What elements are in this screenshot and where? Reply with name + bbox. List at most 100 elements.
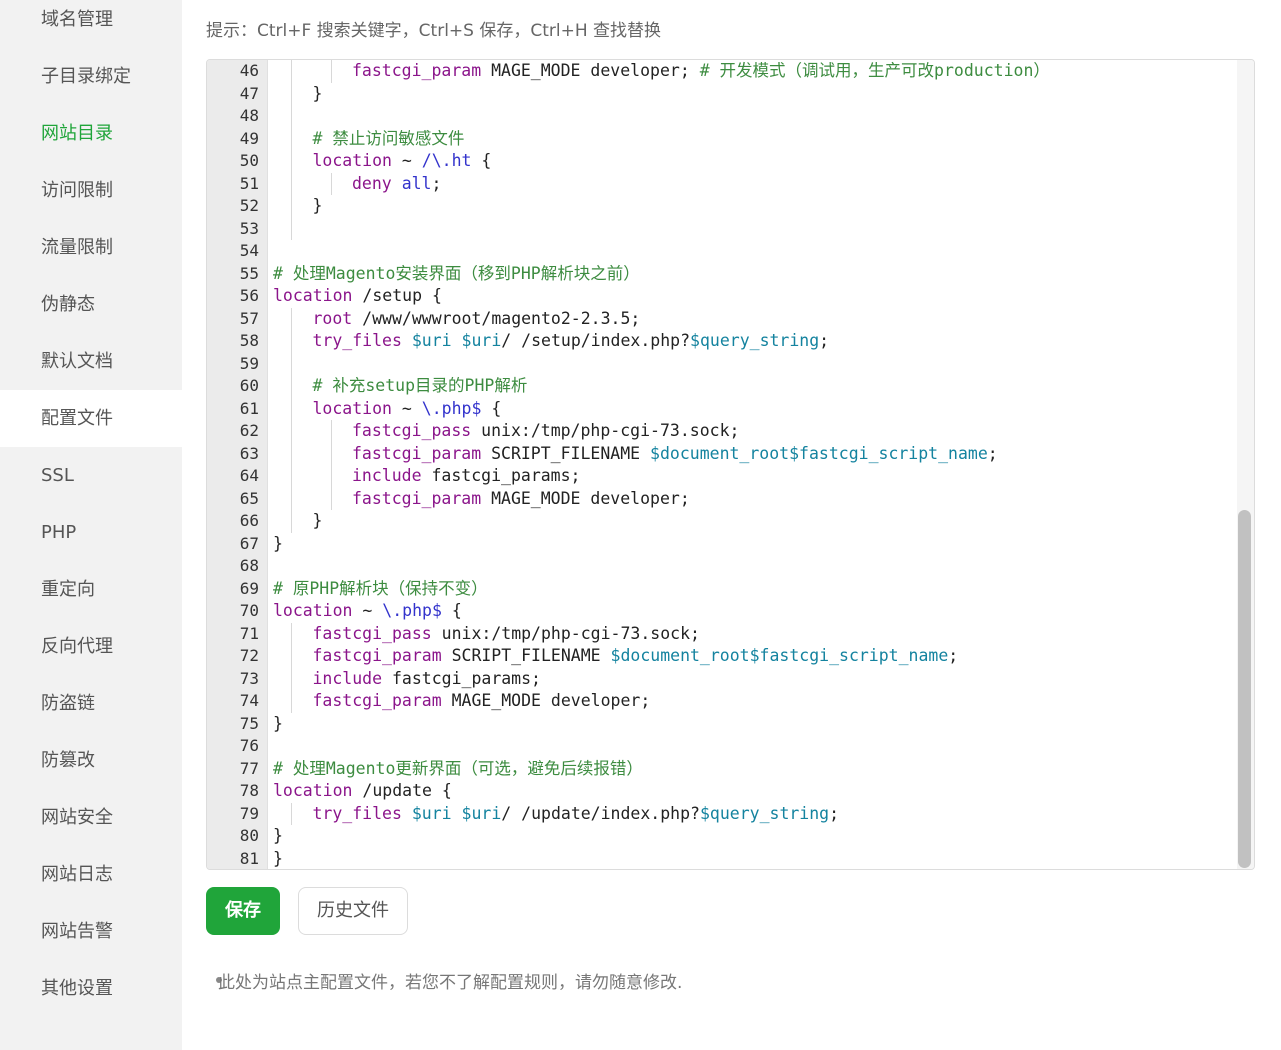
- sidebar-item-12[interactable]: 防盗链: [0, 675, 182, 732]
- code-token: $document_root$fastcgi_script_name: [610, 646, 949, 665]
- indent-guide: [291, 690, 292, 713]
- code-line: 57 root /www/wwwroot/magento2-2.3.5;: [207, 307, 1237, 330]
- sidebar-item-1[interactable]: 子目录绑定: [0, 48, 182, 105]
- code-line: 51 deny all;: [207, 172, 1237, 195]
- indent-guide: [330, 442, 332, 465]
- line-number: 68: [239, 556, 259, 575]
- sidebar-item-4[interactable]: 流量限制: [0, 219, 182, 276]
- code-token: # 处理Magento安装界面（移到PHP解析块之前）: [273, 263, 640, 283]
- code-token: unix:/tmp/php-cgi-73.sock;: [471, 421, 740, 440]
- code-text: location ~ /\.ht {: [313, 150, 492, 173]
- sidebar-item-17[interactable]: 其他设置: [0, 960, 182, 1017]
- code-token: fastcgi_param: [312, 646, 442, 665]
- code-line: 54: [207, 240, 1237, 263]
- sidebar-item-13[interactable]: 防篡改: [0, 732, 182, 789]
- indent-guide: [291, 105, 292, 128]
- sidebar-item-16[interactable]: 网站告警: [0, 903, 182, 960]
- code-token: / /update/index.php?: [501, 803, 700, 823]
- code-token: ;: [987, 443, 998, 463]
- code-line: 68: [207, 555, 1237, 578]
- code-token: ~: [391, 151, 422, 170]
- code-token: {: [481, 398, 502, 418]
- sidebar-item-0[interactable]: 域名管理: [0, 0, 182, 48]
- code-line: 48: [207, 105, 1237, 128]
- code-text: fastcgi_pass unix:/tmp/php-cgi-73.sock;: [352, 420, 739, 443]
- code-token: / /setup/index.php?: [501, 331, 691, 350]
- code-text: fastcgi_param MAGE_MODE developer;: [313, 690, 651, 713]
- code-token: all: [401, 173, 432, 193]
- code-area[interactable]: 46 fastcgi_param MAGE_MODE developer; # 开…: [207, 60, 1237, 869]
- save-button[interactable]: 保存: [206, 887, 280, 935]
- code-token: }: [273, 826, 283, 845]
- history-file-button[interactable]: 历史文件: [298, 887, 408, 935]
- code-token: fastcgi_pass: [312, 623, 432, 643]
- code-line: 55 # 处理Magento安装界面（移到PHP解析块之前）: [207, 263, 1237, 286]
- indent-guide: [291, 487, 292, 510]
- indent-guide: [291, 172, 292, 195]
- line-number: 78: [239, 781, 259, 800]
- sidebar-item-9[interactable]: PHP: [0, 504, 182, 561]
- code-token: /update {: [352, 781, 452, 800]
- code-text: # 原PHP解析块（保持不变）: [273, 578, 488, 601]
- sidebar-item-8[interactable]: SSL: [0, 447, 182, 504]
- code-text: }: [313, 195, 323, 218]
- indent-guide: [291, 510, 292, 533]
- line-number: 47: [239, 83, 259, 103]
- indent-guide: [330, 60, 332, 83]
- line-number: 65: [239, 488, 259, 508]
- line-number: 73: [239, 668, 259, 688]
- line-number: 46: [239, 61, 259, 80]
- code-token: $query_string: [699, 803, 830, 823]
- line-number: 62: [239, 421, 259, 440]
- code-line: 75}: [207, 713, 1237, 736]
- editor-scrollbar-thumb[interactable]: [1238, 510, 1251, 868]
- code-token: MAGE_MODE developer;: [441, 691, 651, 710]
- code-text: }: [313, 83, 323, 106]
- sidebar-item-15[interactable]: 网站日志: [0, 846, 182, 903]
- code-line: 60 # 补充setup目录的PHP解析: [207, 375, 1237, 398]
- code-line: 63 fastcgi_param SCRIPT_FILENAME $documen…: [207, 442, 1237, 465]
- code-token: $uri: [461, 803, 502, 823]
- config-warning-note: 此处为站点主配置文件，若您不了解配置规则，请勿随意修改.: [218, 973, 683, 993]
- sidebar-item-11[interactable]: 反向代理: [0, 618, 182, 675]
- indent-guide: [291, 330, 292, 353]
- line-number: 48: [239, 106, 259, 125]
- code-token: fastcgi_params;: [382, 668, 541, 688]
- sidebar-item-5[interactable]: 伪静态: [0, 276, 182, 333]
- code-token: $uri: [411, 803, 452, 823]
- code-line: 65 fastcgi_param MAGE_MODE developer;: [207, 487, 1237, 511]
- sidebar-item-7[interactable]: 配置文件: [0, 390, 182, 447]
- sidebar-item-2[interactable]: 网站目录: [0, 105, 182, 162]
- code-text: fastcgi_param MAGE_MODE developer;: [352, 488, 690, 511]
- indent-guide: [330, 420, 332, 443]
- line-number: 80: [239, 826, 259, 845]
- code-token: }: [312, 511, 323, 530]
- code-line: 49 # 禁止访问敏感文件: [207, 127, 1237, 150]
- code-line: 62 fastcgi_pass unix:/tmp/php-cgi-73.sock…: [207, 420, 1237, 443]
- code-token: }: [312, 83, 323, 103]
- code-token: $document_root$fastcgi_script_name: [650, 443, 988, 463]
- line-number: 79: [239, 803, 259, 823]
- indent-guide: [291, 645, 292, 668]
- code-token: ;: [819, 331, 830, 350]
- code-text: }: [273, 533, 283, 556]
- code-token: $uri: [461, 331, 502, 350]
- indent-guide: [291, 375, 292, 398]
- indent-guide: [291, 397, 292, 420]
- sidebar-item-6[interactable]: 默认文档: [0, 333, 182, 390]
- line-number: 58: [239, 331, 259, 350]
- code-line: 50 location ~ /\.ht {: [207, 150, 1237, 173]
- line-number: 70: [239, 601, 259, 620]
- indent-guide: [330, 487, 332, 510]
- sidebar-item-3[interactable]: 访问限制: [0, 162, 182, 219]
- line-number: 55: [239, 263, 259, 283]
- code-text: }: [273, 848, 283, 870]
- editor-scrollbar[interactable]: [1237, 60, 1254, 869]
- sidebar-item-14[interactable]: 网站安全: [0, 789, 182, 846]
- code-line: 72 fastcgi_param SCRIPT_FILENAME $documen…: [207, 645, 1237, 668]
- sidebar-item-10[interactable]: 重定向: [0, 561, 182, 618]
- code-editor[interactable]: 46 fastcgi_param MAGE_MODE developer; # 开…: [206, 59, 1255, 870]
- line-number: 66: [239, 511, 259, 530]
- line-number: 57: [239, 308, 259, 328]
